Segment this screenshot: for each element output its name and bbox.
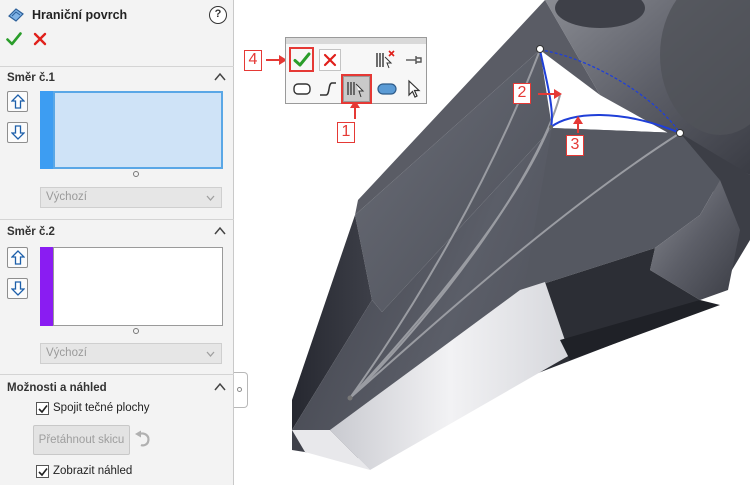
- toolbar-filter-edges-button[interactable]: [317, 78, 339, 100]
- toolbar-filter-faces-button[interactable]: [291, 78, 313, 100]
- direction2-color-swatch: [40, 247, 53, 326]
- edge-endpoint[interactable]: [536, 45, 544, 53]
- toolbar-select-button[interactable]: [402, 78, 424, 100]
- resize-handle[interactable]: [133, 328, 139, 334]
- callout-2: 2: [513, 83, 531, 104]
- edge-endpoint[interactable]: [676, 129, 684, 137]
- cursor-icon: [408, 79, 421, 98]
- undo-sketch-drag-icon[interactable]: [133, 429, 153, 449]
- direction1-section-header[interactable]: Směr č.1: [0, 66, 234, 88]
- direction1-tangency-select[interactable]: Výchozí: [40, 187, 222, 208]
- arrow-up-icon: [11, 94, 25, 109]
- show-preview-label: Zobrazit náhled: [53, 465, 133, 477]
- panel-title: Hraniční povrch: [32, 8, 128, 22]
- check-icon: [38, 405, 48, 414]
- direction1-combo-value: Výchozí: [46, 191, 87, 203]
- ok-button[interactable]: [6, 31, 22, 47]
- direction2-section-header[interactable]: Směr č.2: [0, 219, 234, 241]
- toolbar-remove-selections-button[interactable]: [374, 49, 396, 71]
- panel-header: Hraniční povrch ?: [0, 0, 234, 56]
- callout-1: 1: [337, 122, 355, 143]
- direction2-selection-box[interactable]: [53, 247, 223, 326]
- callout-4: 4: [244, 50, 262, 71]
- help-icon[interactable]: ?: [209, 6, 227, 24]
- solid-filter-icon: [377, 83, 397, 95]
- options-section-header[interactable]: Možnosti a náhled: [0, 374, 234, 396]
- boundary-surface-feature-icon: [8, 8, 24, 22]
- face-filter-icon: [293, 83, 311, 95]
- boundary-vertex: [347, 395, 353, 401]
- direction1-selection-box[interactable]: [53, 91, 223, 169]
- chevron-down-icon: [206, 195, 215, 201]
- merge-tangent-checkbox[interactable]: [36, 402, 49, 415]
- toolbar-title-strip[interactable]: [286, 38, 426, 44]
- check-icon: [38, 468, 48, 477]
- toolbar-cancel-button[interactable]: [319, 49, 341, 71]
- move-up-button[interactable]: [7, 91, 28, 112]
- show-preview-checkbox[interactable]: [36, 465, 49, 478]
- merge-tangent-label: Spojit tečné plochy: [53, 402, 150, 414]
- panel-collapse-tab[interactable]: [234, 372, 248, 408]
- arrow-down-icon: [11, 125, 25, 140]
- chevron-down-icon: [206, 351, 215, 357]
- callout-3: 3: [566, 135, 584, 156]
- x-icon: [323, 53, 337, 67]
- arrow-down-icon: [11, 281, 25, 296]
- direction2-tangency-select[interactable]: Výchozí: [40, 343, 222, 364]
- property-manager: Hraniční povrch ? Směr č.1 Výchozí Směr …: [0, 0, 234, 485]
- direction1-title: Směr č.1: [7, 72, 55, 84]
- direction1-color-swatch: [40, 91, 53, 169]
- direction2-combo-value: Výchozí: [46, 347, 87, 359]
- direction2-title: Směr č.2: [7, 226, 55, 238]
- move-down-button[interactable]: [7, 122, 28, 143]
- toolbar-pin-button[interactable]: [402, 49, 424, 71]
- drag-sketch-button[interactable]: Přetáhnout skicu: [33, 425, 130, 455]
- move-down-button[interactable]: [7, 278, 28, 299]
- pin-icon: [406, 56, 422, 64]
- remove-selection-icon: [376, 50, 395, 69]
- move-up-button[interactable]: [7, 247, 28, 268]
- cancel-button[interactable]: [33, 32, 47, 46]
- edge-filter-icon: [320, 82, 336, 96]
- toolbar-filter-solid-button[interactable]: [376, 78, 398, 100]
- options-title: Možnosti a náhled: [7, 382, 107, 394]
- resize-handle[interactable]: [133, 171, 139, 177]
- tool-highlight-frame: [341, 74, 372, 104]
- edge-endpoint[interactable]: [549, 125, 553, 129]
- chevron-up-icon[interactable]: [214, 72, 226, 82]
- chevron-up-icon[interactable]: [214, 226, 226, 236]
- chevron-up-icon[interactable]: [214, 382, 226, 392]
- arrow-up-icon: [11, 250, 25, 265]
- ok-highlight-frame: [289, 47, 314, 72]
